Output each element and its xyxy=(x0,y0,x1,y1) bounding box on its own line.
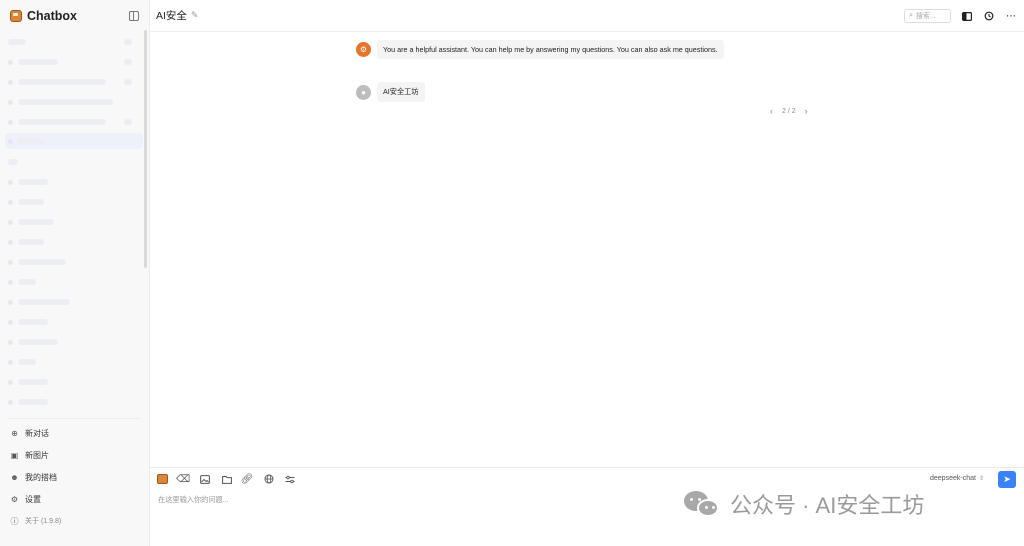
eraser-icon[interactable]: ⌫ xyxy=(176,473,190,485)
list-item[interactable] xyxy=(8,76,132,88)
chat-header: AI安全 ✎ ⌕ 搜索... ⋯ xyxy=(150,0,1024,32)
user-avatar-icon: ● xyxy=(356,84,371,100)
edit-title-icon[interactable]: ✎ xyxy=(191,10,199,21)
list-item[interactable] xyxy=(8,196,44,208)
history-icon[interactable] xyxy=(983,10,995,22)
watermark-text: 公众号 · AI安全工坊 xyxy=(730,493,925,518)
list-item[interactable] xyxy=(8,376,48,388)
new-image-label: 新图片 xyxy=(25,450,49,460)
list-item[interactable] xyxy=(8,56,132,68)
new-image-icon: ▣ xyxy=(10,450,19,460)
list-item[interactable] xyxy=(8,236,44,248)
settings-button[interactable]: ⚙ 设置 xyxy=(10,491,41,507)
chevron-updown-icon: ⇕ xyxy=(978,476,984,482)
list-item[interactable] xyxy=(8,96,113,108)
list-item[interactable] xyxy=(8,316,48,328)
list-item[interactable] xyxy=(8,396,48,408)
copilot-icon: ☻ xyxy=(10,472,19,482)
globe-icon[interactable] xyxy=(263,473,275,485)
link-icon[interactable]: 🔗︎ xyxy=(241,473,254,485)
list-item[interactable] xyxy=(8,176,48,188)
watermark: 公众号 · AI安全工坊 xyxy=(684,488,924,520)
send-button[interactable]: ➤ xyxy=(998,471,1016,488)
wechat-icon xyxy=(684,489,722,519)
sidebar-header: Chatbox xyxy=(0,0,149,32)
copilot-picker-icon[interactable] xyxy=(157,474,168,484)
chatbox-logo-icon xyxy=(10,10,22,22)
system-message: ⚙ You are a helpful assistant. You can h… xyxy=(356,40,724,59)
list-item[interactable] xyxy=(8,216,54,228)
gear-icon: ⚙ xyxy=(10,494,19,504)
more-options-icon[interactable]: ⋯ xyxy=(1005,10,1017,22)
image-attach-icon[interactable] xyxy=(199,473,211,485)
sidebar: Chatbox ⊕ 新对话 ▣ 新图片 ☻ 我的搭档 ⚙ 设置 ⓘ 关于 (1.… xyxy=(0,0,150,546)
send-icon: ➤ xyxy=(1003,474,1011,484)
sidebar-divider xyxy=(8,418,141,419)
page-indicator: 2 / 2 xyxy=(782,107,796,115)
sliders-icon[interactable] xyxy=(284,473,296,485)
settings-label: 设置 xyxy=(25,494,41,504)
chat-title: AI安全 xyxy=(156,10,187,22)
previous-page-icon[interactable]: ‹ xyxy=(767,106,776,116)
search-placeholder: 搜索... xyxy=(915,13,936,20)
split-view-icon[interactable] xyxy=(961,10,973,22)
search-icon: ⌕ xyxy=(909,12,913,19)
list-item[interactable] xyxy=(8,116,132,128)
about-button[interactable]: ⓘ 关于 (1.9.8) xyxy=(10,513,62,529)
list-item[interactable] xyxy=(8,336,58,348)
sidebar-toggle-icon[interactable] xyxy=(129,11,139,21)
new-chat-label: 新对话 xyxy=(25,428,49,438)
list-item[interactable] xyxy=(8,276,36,288)
message-bubble: AI安全工坊 xyxy=(377,82,425,102)
user-message: ● AI安全工坊 xyxy=(356,82,425,102)
conversation-list xyxy=(0,34,146,416)
sidebar-scrollbar[interactable] xyxy=(144,30,147,268)
app-name: Chatbox xyxy=(27,9,77,23)
my-copilots-button[interactable]: ☻ 我的搭档 xyxy=(10,469,57,485)
next-page-icon[interactable]: › xyxy=(802,106,811,116)
list-item[interactable] xyxy=(8,135,44,147)
my-copilots-label: 我的搭档 xyxy=(25,472,57,482)
search-input[interactable]: ⌕ 搜索... xyxy=(904,9,951,23)
new-image-button[interactable]: ▣ 新图片 xyxy=(10,447,49,463)
plus-circle-icon: ⊕ xyxy=(11,428,18,438)
list-item[interactable] xyxy=(8,36,132,48)
message-pager: ‹ 2 / 2 › xyxy=(767,106,811,116)
list-item[interactable] xyxy=(8,256,66,268)
new-chat-button[interactable]: ⊕ 新对话 xyxy=(10,425,49,441)
model-selector[interactable]: deepseek-chat ⇕ xyxy=(930,475,984,482)
folder-icon[interactable] xyxy=(221,473,233,485)
list-item[interactable] xyxy=(8,156,18,168)
list-item[interactable] xyxy=(8,356,36,368)
info-icon: ⓘ xyxy=(10,516,19,526)
model-name: deepseek-chat xyxy=(930,475,976,482)
settings-avatar-icon: ⚙ xyxy=(356,42,371,57)
about-label: 关于 (1.9.8) xyxy=(25,518,62,525)
list-item[interactable] xyxy=(8,296,70,308)
message-bubble: You are a helpful assistant. You can hel… xyxy=(377,40,724,59)
